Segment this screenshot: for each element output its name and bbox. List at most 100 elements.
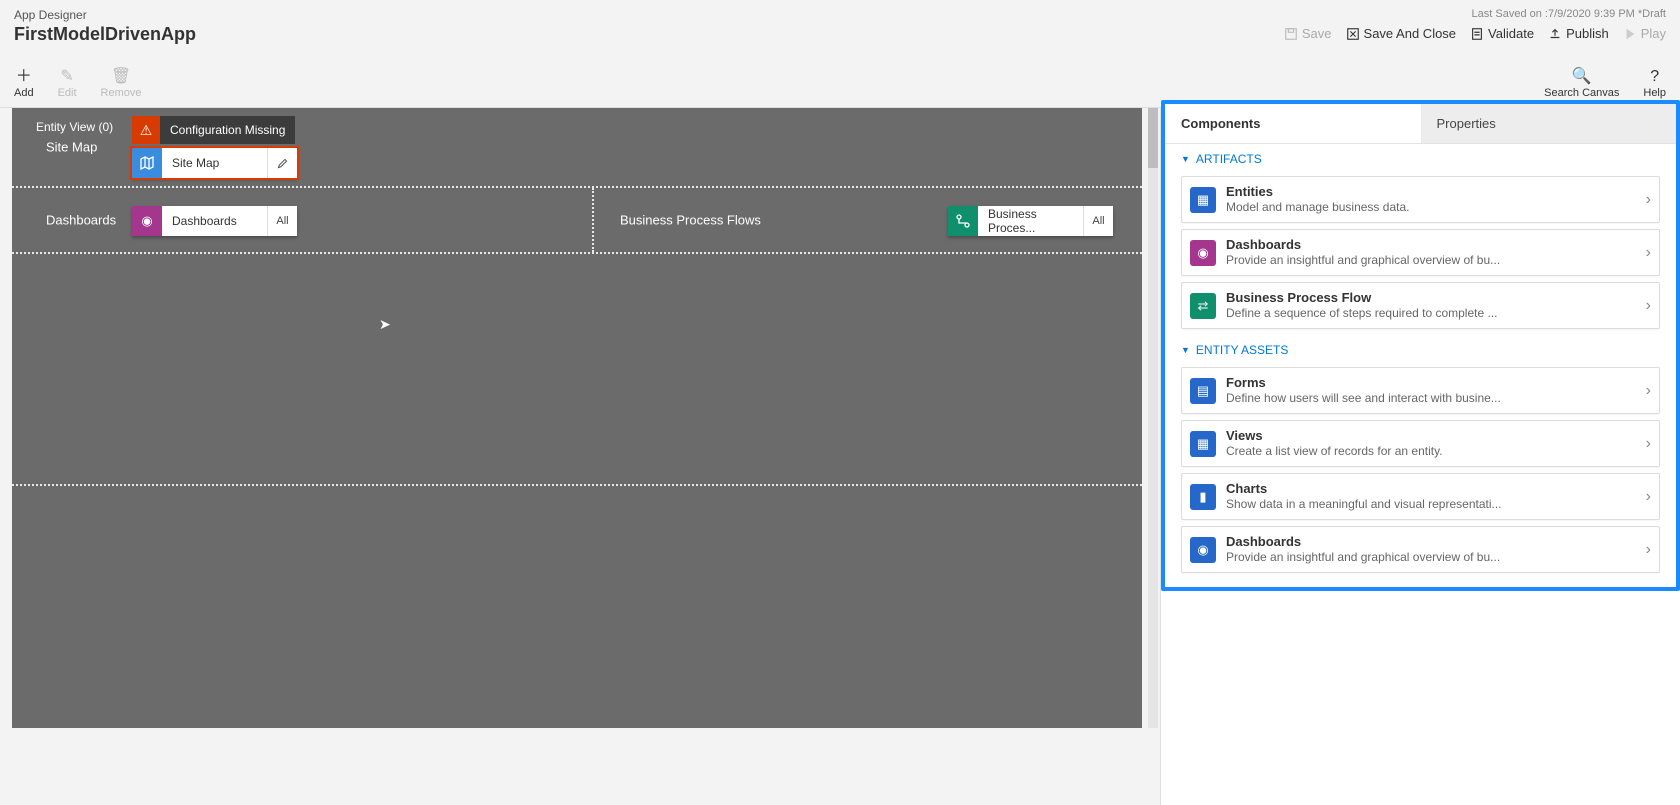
- canvas-scrollbar[interactable]: [1148, 108, 1158, 728]
- chevron-right-icon: ›: [1646, 541, 1651, 559]
- component-dashboards-asset[interactable]: ◉ Dashboards Provide an insightful and g…: [1181, 526, 1660, 573]
- forms-icon: ▤: [1190, 378, 1216, 404]
- header-left: App Designer FirstModelDrivenApp: [14, 8, 196, 45]
- search-icon: 🔍: [1572, 69, 1592, 85]
- dashboards-tile-label: Dashboards: [162, 206, 267, 236]
- tab-components[interactable]: Components: [1165, 104, 1421, 143]
- app-name: FirstModelDrivenApp: [14, 24, 196, 45]
- sitemap-edit-button[interactable]: [267, 148, 297, 178]
- save-button: Save: [1284, 26, 1332, 41]
- entity-assets-section-label: ENTITY ASSETS: [1196, 343, 1288, 357]
- help-icon: ?: [1650, 69, 1659, 85]
- component-desc: Show data in a meaningful and visual rep…: [1226, 497, 1636, 512]
- component-forms[interactable]: ▤ Forms Define how users will see and in…: [1181, 367, 1660, 414]
- side-tabs: Components Properties: [1165, 104, 1676, 144]
- chevron-right-icon: ›: [1646, 488, 1651, 506]
- help-button[interactable]: ? Help: [1643, 69, 1666, 99]
- component-entities[interactable]: ▦ Entities Model and manage business dat…: [1181, 176, 1660, 223]
- dashboards-bpf-row: Dashboards ◉ Dashboards All Business Pro…: [12, 188, 1142, 254]
- add-label: Add: [14, 87, 34, 99]
- chevron-right-icon: ›: [1646, 382, 1651, 400]
- row-divider: [592, 188, 594, 252]
- warning-text: Configuration Missing: [160, 123, 295, 137]
- bpf-row-label: Business Process Flows: [620, 213, 761, 228]
- sitemap-tile-label: Site Map: [162, 148, 267, 178]
- header-actions: Save Save And Close Validate Publish Pla…: [1284, 26, 1666, 41]
- edit-button: ✎ Edit: [58, 69, 77, 99]
- entity-view-row: Entity View (0): [12, 254, 1142, 486]
- plus-icon: ＋: [16, 69, 32, 85]
- dashboards-row-label: Dashboards: [46, 213, 116, 228]
- bpf-tile[interactable]: Business Proces... All: [948, 206, 1113, 236]
- component-desc: Define a sequence of steps required to c…: [1226, 306, 1636, 321]
- component-title: Dashboards: [1226, 237, 1636, 253]
- component-desc: Model and manage business data.: [1226, 200, 1636, 215]
- header-right: Last Saved on :7/9/2020 9:39 PM *Draft S…: [1284, 8, 1666, 41]
- component-text: Business Process Flow Define a sequence …: [1226, 290, 1636, 321]
- publish-label: Publish: [1566, 26, 1609, 41]
- validate-button[interactable]: Validate: [1470, 26, 1534, 41]
- publish-icon: [1548, 27, 1562, 41]
- dashboards-tile[interactable]: ◉ Dashboards All: [132, 206, 297, 236]
- component-title: Forms: [1226, 375, 1636, 391]
- bpf-tile-label: Business Proces...: [978, 206, 1083, 236]
- main: Site Map ⚠ Configuration Missing Site Ma…: [0, 108, 1680, 805]
- remove-label: Remove: [101, 87, 142, 99]
- validate-icon: [1470, 27, 1484, 41]
- component-views[interactable]: ▦ Views Create a list view of records fo…: [1181, 420, 1660, 467]
- component-desc: Provide an insightful and graphical over…: [1226, 253, 1636, 268]
- component-text: Dashboards Provide an insightful and gra…: [1226, 534, 1636, 565]
- component-title: Dashboards: [1226, 534, 1636, 550]
- chevron-right-icon: ›: [1646, 244, 1651, 262]
- save-and-close-button[interactable]: Save And Close: [1346, 26, 1457, 41]
- toolbar-left: ＋ Add ✎ Edit 🗑 Remove: [14, 69, 142, 99]
- validate-label: Validate: [1488, 26, 1534, 41]
- search-label: Search Canvas: [1544, 87, 1619, 99]
- config-missing-warning: ⚠ Configuration Missing: [132, 116, 295, 144]
- flow-icon: [948, 206, 978, 236]
- search-canvas-button[interactable]: 🔍 Search Canvas: [1544, 69, 1619, 99]
- tab-properties[interactable]: Properties: [1421, 104, 1677, 143]
- component-desc: Define how users will see and interact w…: [1226, 391, 1636, 406]
- bpf-all-button[interactable]: All: [1083, 206, 1113, 236]
- edit-label: Edit: [58, 87, 77, 99]
- component-title: Charts: [1226, 481, 1636, 497]
- help-label: Help: [1643, 87, 1666, 99]
- chevron-right-icon: ›: [1646, 435, 1651, 453]
- charts-icon: ▮: [1190, 484, 1216, 510]
- warning-icon: ⚠: [132, 116, 160, 144]
- component-text: Forms Define how users will see and inte…: [1226, 375, 1636, 406]
- add-button[interactable]: ＋ Add: [14, 69, 34, 99]
- component-title: Entities: [1226, 184, 1636, 200]
- dashboards-all-button[interactable]: All: [267, 206, 297, 236]
- scrollbar-thumb[interactable]: [1148, 108, 1158, 168]
- component-charts[interactable]: ▮ Charts Show data in a meaningful and v…: [1181, 473, 1660, 520]
- app-header: App Designer FirstModelDrivenApp Last Sa…: [0, 0, 1680, 60]
- component-text: Charts Show data in a meaningful and vis…: [1226, 481, 1636, 512]
- chevron-down-icon: ▼: [1181, 345, 1190, 355]
- component-dashboards[interactable]: ◉ Dashboards Provide an insightful and g…: [1181, 229, 1660, 276]
- entity-view-label: Entity View (0): [36, 120, 113, 134]
- last-saved-text: Last Saved on :7/9/2020 9:39 PM *Draft: [1284, 8, 1666, 20]
- design-canvas[interactable]: Site Map ⚠ Configuration Missing Site Ma…: [12, 108, 1142, 728]
- chevron-right-icon: ›: [1646, 191, 1651, 209]
- remove-button: 🗑 Remove: [101, 69, 142, 99]
- canvas-area: Site Map ⚠ Configuration Missing Site Ma…: [0, 108, 1160, 805]
- publish-button[interactable]: Publish: [1548, 26, 1609, 41]
- dashboard-icon: ◉: [132, 206, 162, 236]
- map-icon: [132, 148, 162, 178]
- entity-assets-section-header[interactable]: ▼ ENTITY ASSETS: [1165, 335, 1676, 361]
- pencil-icon: ✎: [60, 69, 73, 85]
- dashboard-icon: ◉: [1190, 537, 1216, 563]
- chevron-down-icon: ▼: [1181, 154, 1190, 164]
- side-panel: Components Properties ▼ ARTIFACTS ▦ Enti…: [1160, 108, 1680, 805]
- component-desc: Create a list view of records for an ent…: [1226, 444, 1636, 459]
- component-desc: Provide an insightful and graphical over…: [1226, 550, 1636, 565]
- save-close-label: Save And Close: [1364, 26, 1457, 41]
- component-bpf[interactable]: ⇄ Business Process Flow Define a sequenc…: [1181, 282, 1660, 329]
- components-highlight: Components Properties ▼ ARTIFACTS ▦ Enti…: [1161, 100, 1680, 591]
- artifacts-section-header[interactable]: ▼ ARTIFACTS: [1165, 144, 1676, 170]
- save-close-icon: [1346, 27, 1360, 41]
- component-text: Dashboards Provide an insightful and gra…: [1226, 237, 1636, 268]
- sitemap-tile[interactable]: Site Map: [132, 148, 297, 178]
